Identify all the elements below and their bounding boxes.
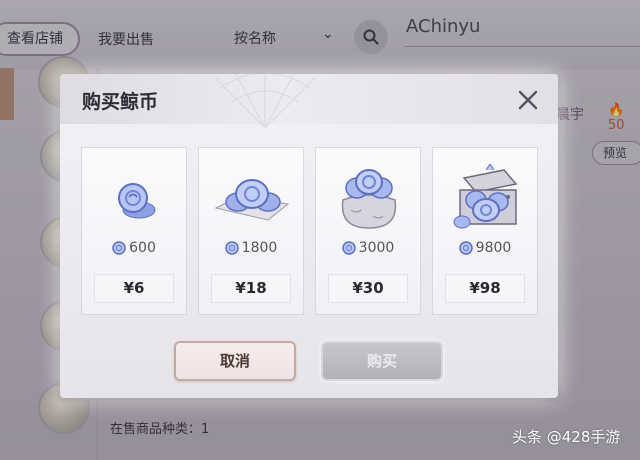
dialog-title: 购买鲸币 (82, 91, 159, 113)
coin-amount-value: 1800 (241, 240, 278, 256)
coin-small-icon (118, 183, 156, 219)
coin-amount-value: 3000 (358, 240, 395, 256)
coin-package-3000[interactable]: 3000 ¥30 (315, 147, 421, 315)
price-label: ¥18 (211, 274, 291, 303)
coin-package-9800[interactable]: 9800 ¥98 (432, 147, 538, 315)
coin-amount-value: 600 (129, 240, 156, 256)
coin-pile-icon (214, 179, 290, 221)
buy-button[interactable]: 购买 (321, 341, 443, 381)
dialog-header: 购买鲸币 (60, 72, 558, 128)
buy-coins-dialog: 购买鲸币 600 ¥6 1800 ¥18 3000 ¥30 9800 ¥98 取… (60, 72, 558, 398)
coin-icon (112, 241, 126, 255)
watermark: 头条 @428手游 (512, 428, 621, 446)
fan-decoration-icon (214, 72, 316, 128)
price-label: ¥6 (94, 274, 174, 303)
price-label: ¥30 (328, 274, 408, 303)
coin-amount: 1800 (199, 240, 303, 256)
coin-icon (341, 241, 356, 255)
coin-amount: 600 (82, 240, 186, 256)
close-button[interactable] (516, 88, 540, 112)
coin-amount-value: 9800 (475, 240, 512, 256)
coin-package-1800[interactable]: 1800 ¥18 (198, 147, 304, 315)
coin-package-600[interactable]: 600 ¥6 (81, 147, 187, 315)
coin-chest-icon (453, 164, 518, 229)
close-icon (518, 90, 538, 110)
price-label: ¥98 (445, 274, 525, 303)
cancel-button[interactable]: 取消 (174, 341, 296, 381)
coin-icon (224, 241, 239, 255)
coin-icon (458, 241, 473, 255)
coin-amount: 9800 (433, 240, 537, 256)
coin-amount: 3000 (316, 240, 420, 256)
coin-bag-icon (341, 169, 397, 229)
